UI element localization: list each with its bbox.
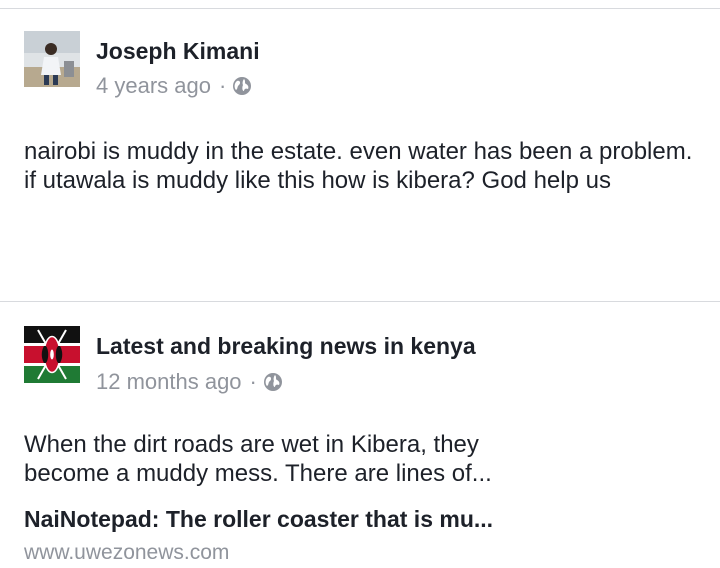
avatar[interactable] [24,326,80,383]
profile-photo [24,31,80,87]
post-text: When the dirt roads are wet in Kibera, t… [24,431,492,487]
post-meta: 12 months ago · [96,369,283,395]
post-author[interactable]: Joseph Kimani [96,38,260,65]
post-text: nairobi is muddy in the estate. even wat… [24,138,693,194]
post-card: Latest and breaking news in kenya 12 mon… [0,302,720,568]
post-timestamp[interactable]: 4 years ago [96,73,211,99]
post-meta: 4 years ago · [96,73,252,99]
globe-icon [263,373,282,391]
globe-icon [233,77,252,95]
avatar[interactable] [24,31,80,87]
link-preview-title[interactable]: NaiNotepad: The roller coaster that is m… [24,506,493,533]
link-preview-domain[interactable]: www.uwezonews.com [24,541,229,565]
post-card: Joseph Kimani 4 years ago · nairobi is m… [0,0,720,300]
meta-separator: · [249,369,257,394]
meta-separator: · [218,73,227,98]
kenya-flag-icon [24,326,80,383]
post-timestamp[interactable]: 12 months ago [96,369,242,395]
post-author[interactable]: Latest and breaking news in kenya [96,333,476,360]
